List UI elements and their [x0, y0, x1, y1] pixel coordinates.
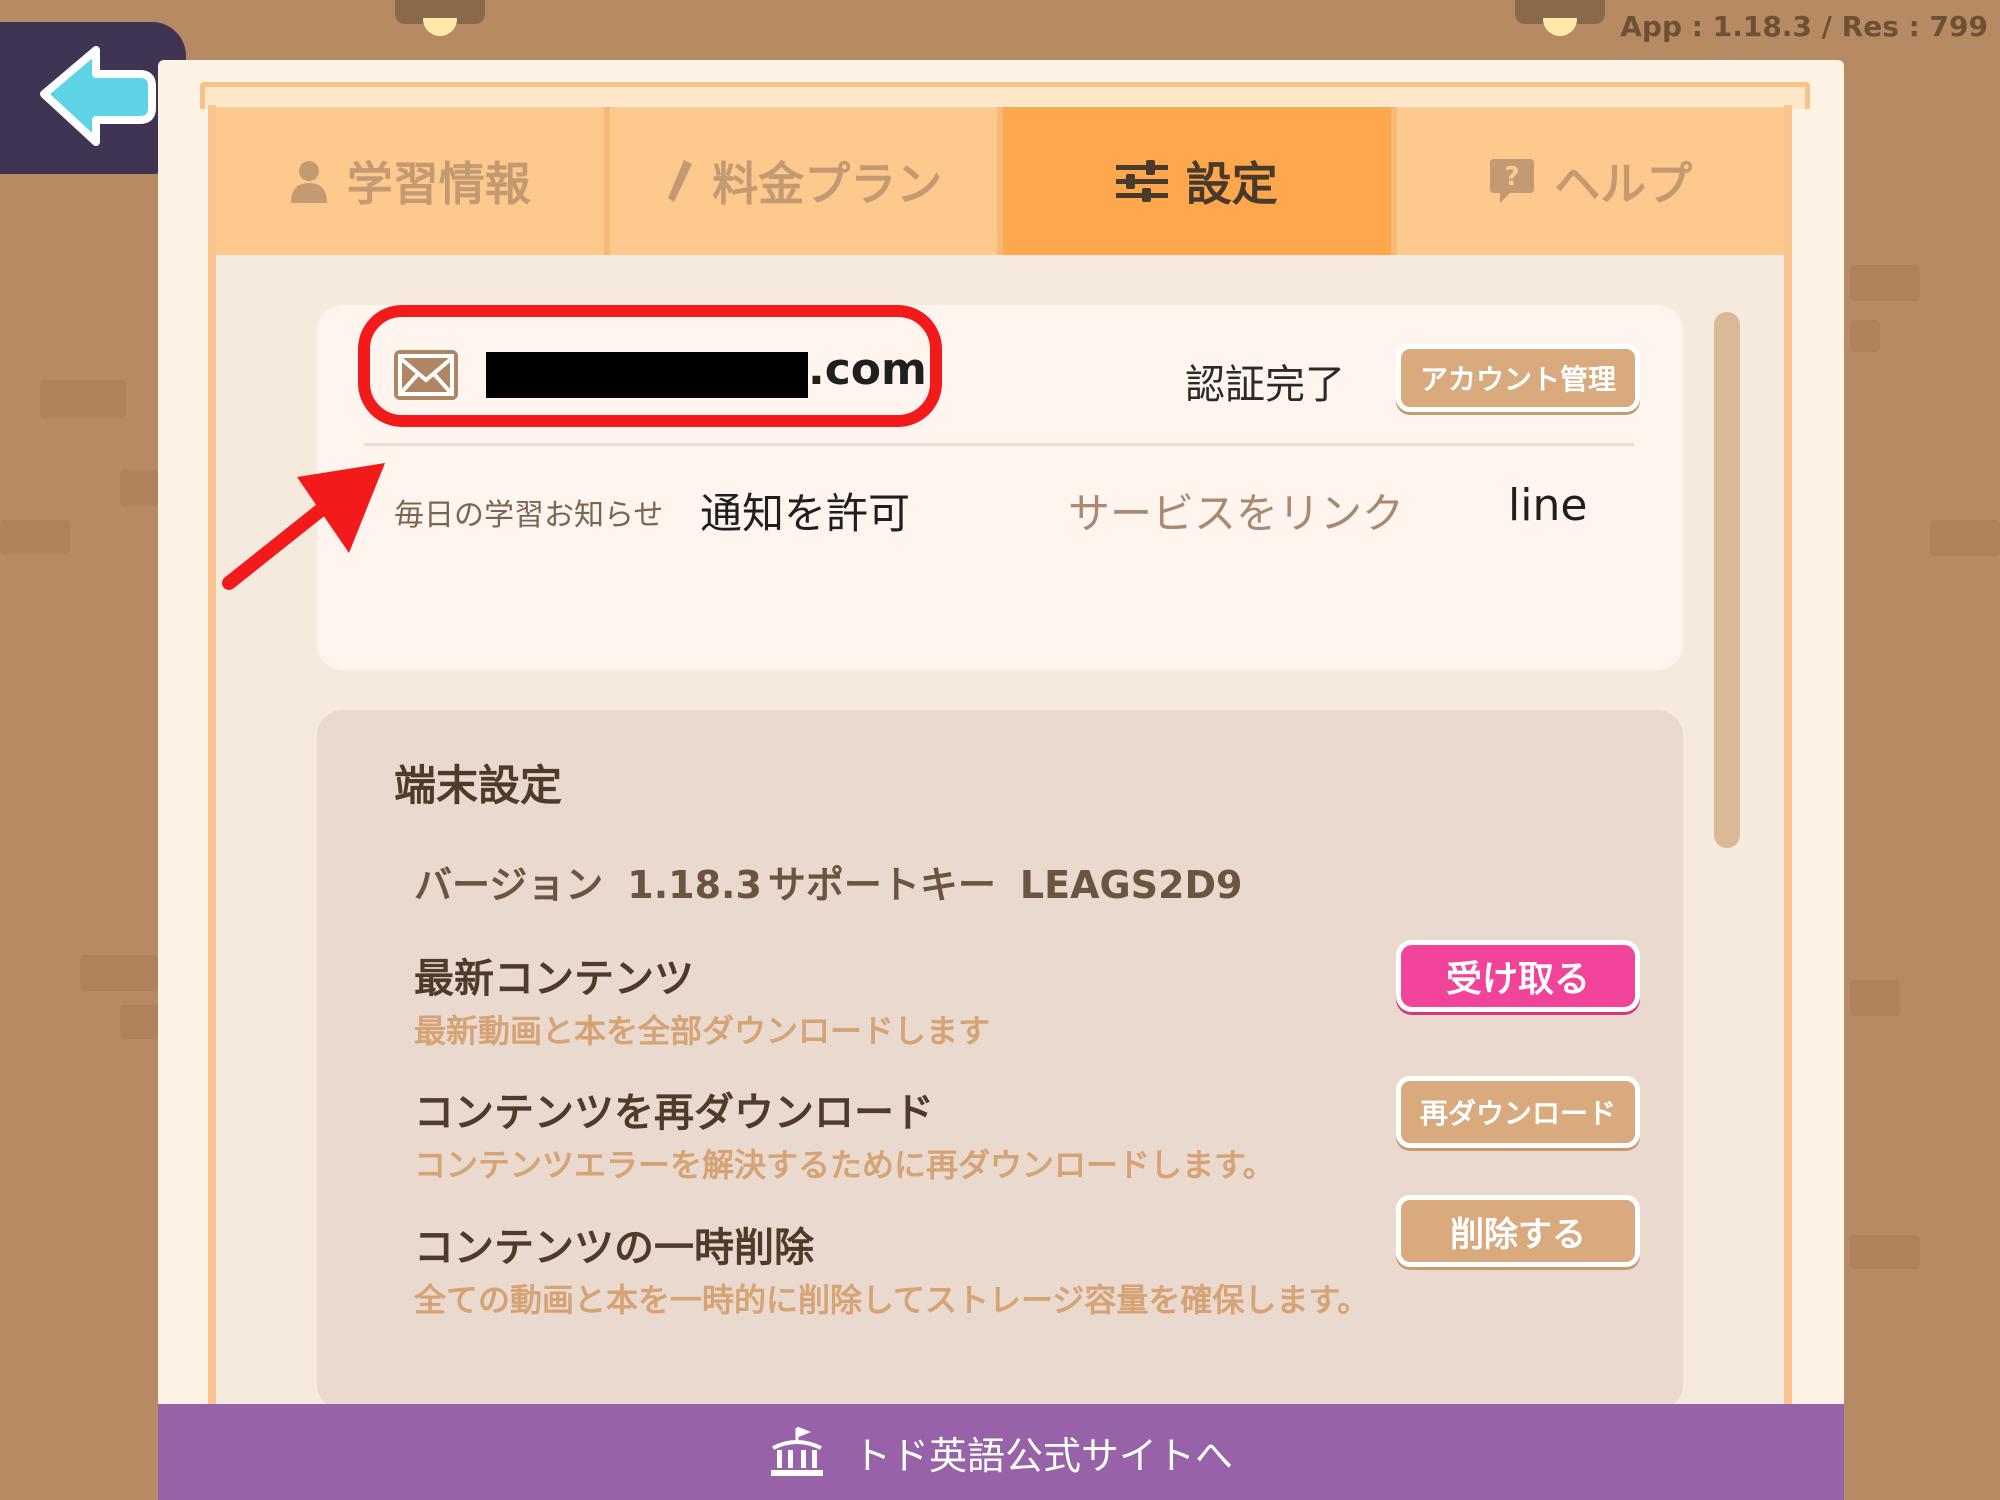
- question-bubble-icon: ?: [1490, 159, 1535, 203]
- setting-item-title: コンテンツの一時削除: [414, 1225, 814, 1271]
- tab-label: 学習情報: [346, 157, 531, 211]
- sliders-icon: [1115, 160, 1168, 202]
- ceiling-lamp: [395, 0, 485, 36]
- setting-item-title: コンテンツを再ダウンロード: [414, 1090, 934, 1136]
- section-title: 端末設定: [394, 761, 563, 810]
- tab-help[interactable]: ? ヘルプ: [1396, 107, 1784, 255]
- version-label: バージョン: [414, 863, 604, 907]
- tab-label: ヘルプ: [1554, 157, 1693, 211]
- account-manage-button[interactable]: アカウント管理: [1396, 344, 1640, 412]
- delete-button[interactable]: 削除する: [1396, 1195, 1640, 1267]
- version-row: バージョン 1.18.3 サポートキー LEAGS2D9: [414, 854, 1266, 909]
- service-link-label[interactable]: サービスをリンク: [1068, 480, 1404, 541]
- svg-text:?: ?: [1505, 162, 1520, 192]
- notification-permission-value[interactable]: 通知を許可: [700, 480, 910, 541]
- support-key-value: LEAGS2D9: [1019, 863, 1243, 907]
- tab-label: 料金プラン: [712, 157, 943, 211]
- tab-settings[interactable]: 設定: [1003, 107, 1397, 255]
- annotation-arrow-icon: [222, 463, 385, 590]
- scrollbar[interactable]: [1714, 312, 1740, 848]
- card-divider: [364, 443, 1634, 446]
- setting-item-title: 最新コンテンツ: [414, 956, 694, 1002]
- linked-service-value: line: [1508, 480, 1588, 531]
- setting-item-description: 最新動画と本を全部ダウンロードします: [414, 1012, 991, 1050]
- tab-bar: 学習情報 料金プラン 設定 ? ヘルプ: [216, 107, 1784, 255]
- verification-status: 認証完了: [1185, 362, 1345, 408]
- tab-pricing-plan[interactable]: 料金プラン: [609, 107, 1003, 255]
- official-site-link[interactable]: トド英語公式サイトへ: [158, 1404, 1844, 1500]
- daily-notification-label: 毎日の学習お知らせ: [394, 498, 664, 533]
- setting-item-description: 全ての動画と本を一時的に削除してストレージ容量を確保します。: [414, 1281, 1370, 1319]
- email-highlight-box: [358, 305, 942, 427]
- receive-button[interactable]: 受け取る: [1396, 940, 1640, 1012]
- support-key-label: サポートキー: [767, 863, 996, 907]
- official-site-label: トド英語公式サイトへ: [852, 1433, 1233, 1478]
- tab-label: 設定: [1185, 157, 1278, 211]
- ceiling-lamp: [1515, 0, 1605, 36]
- building-flag-icon: [770, 1426, 823, 1476]
- setting-item-description: コンテンツエラーを解決するために再ダウンロードします。: [414, 1146, 1275, 1184]
- back-arrow-icon: [40, 46, 156, 146]
- tab-learning-info[interactable]: 学習情報: [216, 107, 610, 255]
- app-version-label: App : 1.18.3 / Res : 799: [1620, 10, 1988, 43]
- version-value: 1.18.3: [627, 863, 762, 907]
- redownload-button[interactable]: 再ダウンロード: [1396, 1076, 1640, 1148]
- pen-icon: [668, 160, 693, 202]
- person-icon: [290, 161, 327, 203]
